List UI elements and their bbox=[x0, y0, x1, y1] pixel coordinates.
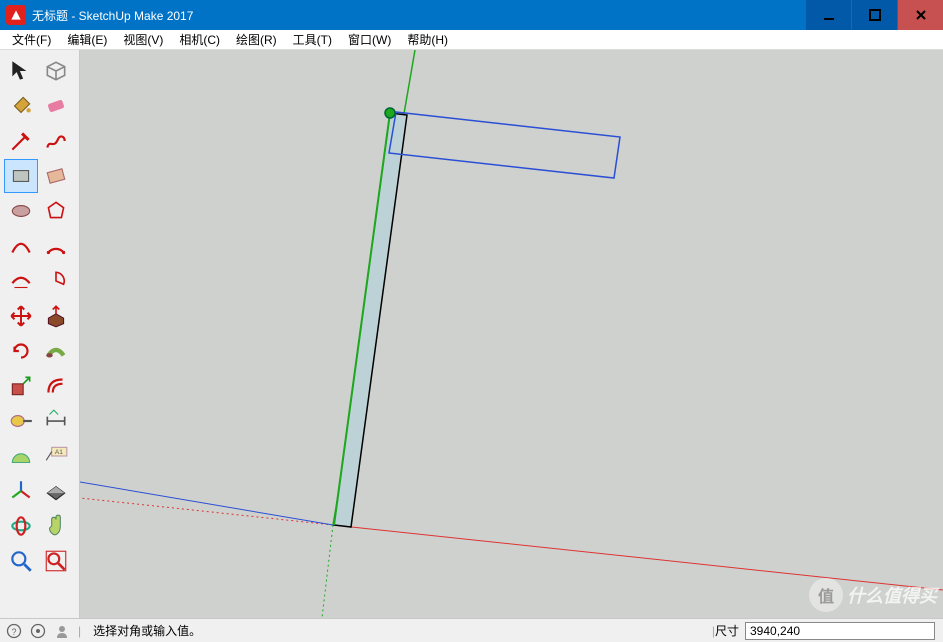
pie-tool[interactable] bbox=[39, 264, 73, 298]
menu-window[interactable]: 窗口(W) bbox=[340, 29, 399, 50]
statusbar: ? | 选择对角或输入值。 | 尺寸 bbox=[0, 618, 943, 642]
main-area: A1 值 什么值得买 bbox=[0, 50, 943, 618]
component-tool[interactable] bbox=[39, 54, 73, 88]
svg-text:?: ? bbox=[11, 627, 16, 637]
freehand-tool[interactable] bbox=[39, 124, 73, 158]
menu-view[interactable]: 视图(V) bbox=[115, 29, 171, 50]
scale-tool[interactable] bbox=[4, 369, 38, 403]
pan-tool[interactable] bbox=[39, 509, 73, 543]
titlebar: 无标题 - SketchUp Make 2017 bbox=[0, 0, 943, 30]
orbit-tool[interactable] bbox=[4, 509, 38, 543]
user-icon[interactable] bbox=[54, 623, 70, 639]
eraser-tool[interactable] bbox=[39, 89, 73, 123]
menu-draw[interactable]: 绘图(R) bbox=[228, 29, 285, 50]
toolbox: A1 bbox=[0, 50, 80, 618]
menu-edit[interactable]: 编辑(E) bbox=[59, 29, 115, 50]
info-icon[interactable] bbox=[30, 623, 46, 639]
arc-tool[interactable] bbox=[4, 229, 38, 263]
maximize-button[interactable] bbox=[852, 0, 897, 30]
zoom-tool[interactable] bbox=[4, 544, 38, 578]
svg-text:A1: A1 bbox=[55, 449, 63, 456]
follow-me-tool[interactable] bbox=[39, 334, 73, 368]
line-tool[interactable] bbox=[4, 124, 38, 158]
paint-bucket-tool[interactable] bbox=[4, 89, 38, 123]
help-icon[interactable]: ? bbox=[6, 623, 22, 639]
three-point-arc-tool[interactable] bbox=[4, 264, 38, 298]
close-button[interactable] bbox=[898, 0, 943, 30]
status-message: 选择对角或输入值。 bbox=[93, 622, 201, 639]
text-tool[interactable]: A1 bbox=[39, 439, 73, 473]
rotated-rectangle-tool[interactable] bbox=[39, 159, 73, 193]
rotate-tool[interactable] bbox=[4, 334, 38, 368]
dimension-input[interactable] bbox=[745, 622, 935, 640]
app-icon bbox=[6, 5, 26, 25]
menu-camera[interactable]: 相机(C) bbox=[171, 29, 228, 50]
select-tool[interactable] bbox=[4, 54, 38, 88]
dimension-tool[interactable] bbox=[39, 404, 73, 438]
menu-help[interactable]: 帮助(H) bbox=[399, 29, 456, 50]
polygon-tool[interactable] bbox=[39, 194, 73, 228]
window-controls bbox=[806, 0, 943, 30]
move-tool[interactable] bbox=[4, 299, 38, 333]
scene bbox=[80, 50, 943, 618]
circle-tool[interactable] bbox=[4, 194, 38, 228]
rectangle-tool[interactable] bbox=[4, 159, 38, 193]
push-pull-tool[interactable] bbox=[39, 299, 73, 333]
dimension-label: 尺寸 bbox=[715, 622, 739, 639]
status-separator: | bbox=[78, 624, 81, 638]
menubar: 文件(F) 编辑(E) 视图(V) 相机(C) 绘图(R) 工具(T) 窗口(W… bbox=[0, 30, 943, 50]
protractor-tool[interactable] bbox=[4, 439, 38, 473]
offset-tool[interactable] bbox=[39, 369, 73, 403]
section-plane-tool[interactable] bbox=[39, 474, 73, 508]
two-point-arc-tool[interactable] bbox=[39, 229, 73, 263]
minimize-button[interactable] bbox=[806, 0, 851, 30]
window-title: 无标题 - SketchUp Make 2017 bbox=[32, 7, 806, 24]
zoom-extents-tool[interactable] bbox=[39, 544, 73, 578]
menu-tools[interactable]: 工具(T) bbox=[285, 29, 340, 50]
axes-tool[interactable] bbox=[4, 474, 38, 508]
menu-file[interactable]: 文件(F) bbox=[4, 29, 59, 50]
tape-measure-tool[interactable] bbox=[4, 404, 38, 438]
viewport[interactable]: 值 什么值得买 bbox=[80, 50, 943, 618]
